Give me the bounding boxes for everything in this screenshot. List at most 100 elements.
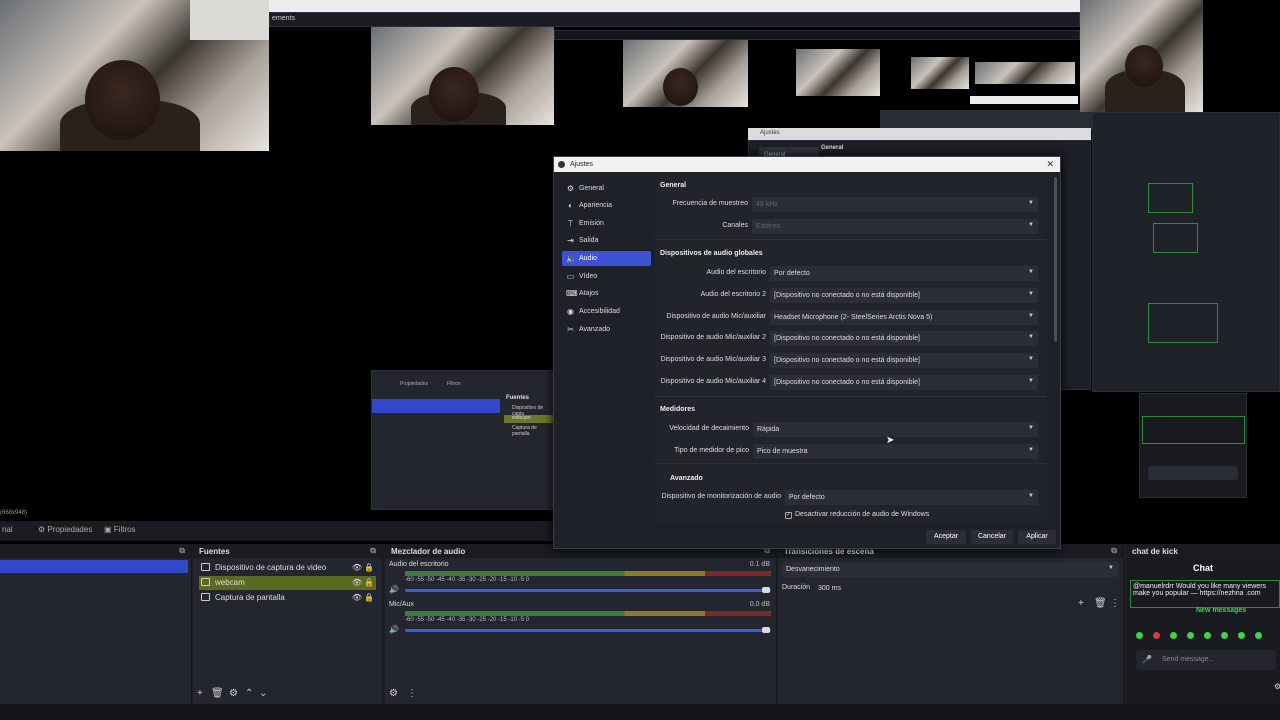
emote-icon[interactable] [1221, 632, 1228, 639]
settings-icon[interactable]: ⚙ [1274, 682, 1280, 691]
emote-icon[interactable] [1170, 632, 1177, 639]
trash-icon[interactable]: 🗑 [211, 688, 224, 699]
decay-rate-select[interactable]: Rápida ▼ [753, 422, 1038, 437]
mic-aux-2-select[interactable]: [Dispositivo no conectado o no está disp… [770, 331, 1038, 346]
lock-icon[interactable]: 🔒 [364, 593, 374, 602]
settings-nav: ⚙ General ◐ Apariencia ⍡ Emisión ⇥ Salida 🔈 A… [559, 181, 653, 361]
accept-button[interactable]: Aceptar [926, 530, 966, 544]
monitoring-device-select[interactable]: Por defecto ▼ [785, 490, 1038, 505]
gear-icon: ⚙ [566, 184, 575, 193]
desktop-audio-select[interactable]: Por defecto ▼ [770, 266, 1038, 281]
arrow-up-icon[interactable]: ⌃ [245, 688, 253, 699]
add-transition-icon[interactable]: + [1078, 598, 1084, 609]
mic-aux-select[interactable]: Headset Microphone (2- SteelSeries Arcti… [770, 310, 1038, 325]
resolution-text: (668x948) [0, 510, 28, 516]
palette-icon: ◐ [568, 201, 573, 210]
chat-input[interactable]: 🎤 Send message... [1136, 650, 1276, 670]
nav-item-emision[interactable]: ⍡ Emisión [562, 216, 651, 231]
mic-aux-3-label: Dispositivo de audio Mic/auxiliar 3 [660, 356, 766, 363]
nav-item-accesibilidad[interactable]: ◉ Accesibilidad [562, 304, 651, 319]
emote-icon[interactable] [1153, 632, 1160, 639]
camera-icon [201, 563, 210, 571]
scenes-dock-header: ⧉ [0, 544, 191, 558]
volume-meter [405, 571, 771, 576]
disable-ducking-checkbox[interactable]: ✓ Desactivar reducción de audio de Windo… [785, 511, 929, 519]
desktop-audio-label: Audio del escritorio [706, 269, 766, 276]
close-icon[interactable]: ✕ [1046, 157, 1054, 172]
trash-icon[interactable]: 🗑 [1094, 598, 1107, 609]
nav-item-avanzado[interactable]: ✂ Avanzado [562, 322, 651, 337]
webcam-feed-nested-2 [623, 40, 748, 107]
nav-item-general[interactable]: ⚙ General [562, 181, 651, 196]
decay-rate-label: Velocidad de decaimiento [669, 425, 749, 432]
nested-obs-window: ements [269, 12, 1080, 27]
status-bar [0, 704, 1280, 720]
lock-icon[interactable]: 🔒 [364, 563, 374, 572]
speaker-icon: 🔈 [566, 254, 576, 263]
webcam-feed-nested-3 [796, 49, 880, 96]
emote-icon[interactable] [1136, 632, 1143, 639]
tab-properties[interactable]: ⚙ Propiedades [38, 525, 92, 534]
nested-white-strip [269, 0, 1080, 12]
nested-chat-right [1139, 393, 1247, 498]
peak-meter-select[interactable]: Pico de muestra ▼ [753, 444, 1038, 459]
chat-message: @manuelrdrr Would you like many viewers … [1130, 580, 1280, 608]
volume-slider-handle[interactable] [762, 587, 770, 593]
mic-aux-3-select[interactable]: [Dispositivo no conectado o no está disp… [770, 353, 1038, 368]
add-source-icon[interactable]: + [197, 688, 203, 699]
mic-aux-2-label: Dispositivo de audio Mic/auxiliar 2 [660, 334, 766, 341]
nav-item-video[interactable]: ▭ Vídeo [562, 269, 651, 284]
tab-scenes[interactable]: nal [2, 525, 13, 534]
eye-icon[interactable]: 👁 [352, 578, 362, 587]
apply-button[interactable]: Aplicar [1018, 530, 1056, 544]
tab-filters[interactable]: ▣ Filtros [104, 525, 136, 534]
emote-icon[interactable] [1238, 632, 1245, 639]
source-item-screen-capture[interactable]: Captura de pantalla 👁 🔒 [199, 591, 376, 605]
emote-icon[interactable] [1187, 632, 1194, 639]
nav-item-audio[interactable]: 🔈 Audio [562, 251, 651, 266]
duration-input[interactable]: 300 ms [814, 581, 1118, 596]
microphone-icon[interactable]: 🎤 [1142, 655, 1152, 664]
nested-settings-small [880, 110, 1116, 130]
channels-select[interactable]: Estéreo ▼ [752, 219, 1038, 234]
speaker-icon[interactable]: 🔊 [389, 585, 399, 594]
mic-aux-4-select[interactable]: [Dispositivo no conectado o no está disp… [770, 375, 1038, 390]
channel-db: 0.0 dB [749, 601, 770, 608]
source-item-capture-device[interactable]: Dispositivo de captura de video 👁 🔒 [199, 561, 376, 575]
nav-item-apariencia[interactable]: ◐ Apariencia [562, 198, 651, 213]
emote-icon[interactable] [1204, 632, 1211, 639]
scene-item-selected[interactable] [0, 560, 188, 573]
more-icon[interactable]: ⋮ [1110, 598, 1120, 609]
checkbox-checked-icon: ✓ [785, 512, 792, 519]
speaker-icon[interactable]: 🔊 [389, 625, 399, 634]
cancel-button[interactable]: Cancelar [971, 530, 1013, 544]
eye-icon[interactable]: 👁 [352, 563, 362, 572]
source-item-webcam[interactable]: webcam 👁 🔒 [199, 576, 376, 590]
monitor-icon [201, 593, 210, 601]
nested-sources-panel: Fuentes Dispositivo de captu webcam Capt… [371, 370, 554, 510]
desktop-audio-2-select[interactable]: [Dispositivo no conectado o no está disp… [770, 288, 1038, 303]
mixer-settings-icon[interactable]: ⚙ [389, 688, 398, 699]
transition-select[interactable]: Desvanecimiento ▼ [782, 562, 1118, 577]
gear-icon[interactable]: ⚙ [229, 688, 238, 699]
new-messages-badge[interactable]: New messages [1196, 607, 1246, 614]
volume-slider[interactable] [405, 589, 771, 592]
eye-icon[interactable]: 👁 [352, 593, 362, 602]
sample-rate-select[interactable]: 48 kHz ▼ [752, 197, 1038, 212]
panel-scrollbar[interactable] [1054, 177, 1057, 342]
emote-icon[interactable] [1255, 632, 1262, 639]
webcam-feed-nested-4 [911, 57, 969, 89]
nav-item-atajos[interactable]: ⌨ Atajos [562, 286, 651, 301]
volume-meter [405, 611, 771, 616]
nav-item-salida[interactable]: ⇥ Salida [562, 233, 651, 248]
channels-label: Canales [722, 222, 748, 229]
wrench-icon: ✂ [567, 325, 574, 334]
arrow-down-icon[interactable]: ⌄ [259, 688, 267, 699]
volume-slider[interactable] [405, 629, 771, 632]
desktop-audio-2-label: Audio del escritorio 2 [700, 291, 766, 298]
mic-aux-4-label: Dispositivo de audio Mic/auxiliar 4 [660, 378, 766, 385]
lock-icon[interactable]: 🔒 [364, 578, 374, 587]
volume-slider-handle[interactable] [762, 627, 770, 633]
camera-icon [201, 578, 210, 586]
more-icon[interactable]: ⋮ [407, 688, 417, 699]
